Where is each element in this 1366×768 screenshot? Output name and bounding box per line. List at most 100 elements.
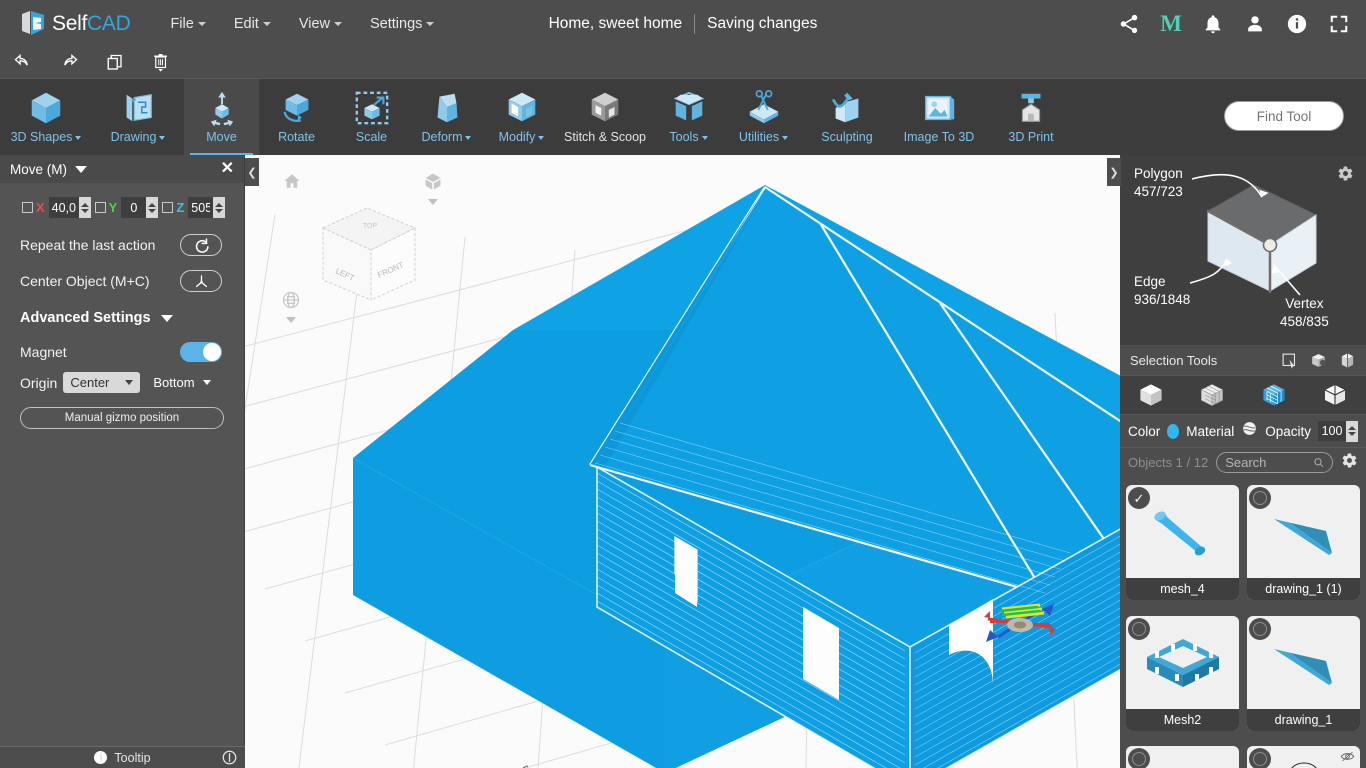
fullscreen-icon[interactable] [1328,13,1350,35]
tool-rotate[interactable]: Rotate [259,79,334,155]
z-value-input[interactable] [188,197,226,218]
object-card[interactable]: drawing_1 [1247,615,1360,731]
home-view-icon[interactable] [283,172,301,190]
redo-button[interactable] [46,47,92,79]
marquee-select-icon[interactable] [1281,352,1298,369]
origin-select[interactable]: Center [63,372,141,393]
tool-sculpting[interactable]: Sculpting [801,79,893,155]
project-title[interactable]: Home, sweet home [549,15,683,33]
panel-title-wrap[interactable]: Move (M) [10,162,87,177]
repeat-action-button[interactable] [180,234,222,256]
z-value-field[interactable] [188,200,214,215]
object-card[interactable] [1247,746,1360,768]
collapse-right-panel-button[interactable]: ❯ [1107,158,1121,186]
menu-item-settings[interactable]: Settings [356,10,448,38]
color-swatch[interactable] [1167,423,1180,439]
tool-3d-shapes[interactable]: 3D Shapes [0,79,92,155]
panel-body: X Y Z [0,183,244,429]
y-axis-checkbox[interactable] [94,202,106,213]
transform-gizmo[interactable] [975,595,1065,665]
object-select-checkbox[interactable] [1249,487,1271,509]
close-icon[interactable]: ✕ [221,161,234,177]
material-icon[interactable] [1241,420,1258,442]
objects-search-input[interactable] [1225,455,1313,470]
magnet-toggle[interactable] [180,342,222,362]
info-icon[interactable] [1286,13,1308,35]
y-value-field[interactable] [121,200,147,215]
opacity-input[interactable] [1318,420,1358,442]
mode-object[interactable] [1128,378,1174,412]
z-axis-checkbox[interactable] [162,202,174,213]
undo-button[interactable] [0,47,46,79]
chevron-down-icon[interactable] [75,165,87,173]
origin-vertical-select[interactable]: Bottom [146,372,217,393]
object-card[interactable]: Mesh2 [1126,615,1239,731]
tool-modify[interactable]: Modify [484,79,559,155]
app-logo[interactable]: SelfCAD [20,10,131,38]
hidden-eye-icon[interactable] [1340,750,1355,768]
object-select-checkbox[interactable] [1128,748,1150,768]
menu-item-view[interactable]: View [285,10,356,38]
tool-scale[interactable]: Scale [334,79,409,155]
magic-m-icon[interactable]: M [1160,12,1182,35]
menu-item-edit[interactable]: Edit [220,10,285,38]
tool-drawing[interactable]: Drawing [92,79,184,155]
chevron-down-icon[interactable] [428,199,438,205]
opacity-field[interactable] [1318,424,1346,438]
share-icon[interactable] [1118,13,1140,35]
object-select-checkbox[interactable] [1128,617,1150,640]
tool-utilities[interactable]: Utilities [726,79,801,155]
loop-select-icon[interactable] [1339,352,1356,369]
magnet-row: Magnet [10,342,234,362]
bell-icon[interactable] [1202,13,1224,35]
right-panel: Polygon 457/723 Edge 936/1848 Vertex 458… [1120,155,1366,768]
mode-polygon[interactable] [1251,378,1297,412]
chevron-down-icon[interactable] [286,317,296,323]
tool-image-to-3d[interactable]: Image To 3D [893,79,985,155]
collapse-left-panel-button[interactable]: ❮ [245,158,259,186]
y-stepper[interactable] [146,197,159,218]
center-object-button[interactable] [180,270,222,292]
tool-3d-print[interactable]: 3D Print [985,79,1077,155]
x-value-field[interactable] [48,200,79,215]
object-select-checkbox[interactable] [1249,748,1271,768]
box-select-icon[interactable] [1310,352,1327,369]
material-label: Material [1186,423,1235,439]
tool-move[interactable]: Move [184,79,259,155]
view-cube[interactable]: TOP LEFT FRONT [315,200,425,310]
circle-icon [1132,752,1146,767]
tool-tools[interactable]: Tools [651,79,726,155]
objects-search[interactable] [1216,452,1333,473]
object-card[interactable]: drawing_1 (1) [1247,485,1360,600]
3d-viewport[interactable]: TOP LEFT FRONT LEFT FRONT Y X Z [245,155,1120,768]
object-select-checkbox[interactable]: ✓ [1128,487,1150,509]
selection-tools-row: Selection Tools [1120,345,1366,375]
tooltip-toggle-icon[interactable] [222,750,237,768]
menu-item-file[interactable]: File [156,10,219,38]
find-tool-field[interactable] [1225,108,1343,124]
x-axis-checkbox[interactable] [22,202,33,213]
objects-settings-icon[interactable] [1341,452,1358,474]
manual-gizmo-position-button[interactable]: Manual gizmo position [20,407,224,429]
grid-settings-icon[interactable] [281,290,301,323]
x-value-input[interactable] [48,197,91,218]
object-card[interactable] [1126,746,1239,768]
advanced-settings-toggle[interactable]: Advanced Settings [10,310,234,326]
z-stepper[interactable] [213,197,226,218]
user-icon[interactable] [1244,13,1266,35]
find-tool-input[interactable] [1224,101,1344,131]
copy-button[interactable] [92,47,138,79]
mode-vertex[interactable] [1189,378,1235,412]
opacity-stepper[interactable] [1346,420,1358,442]
chevron-down-icon [160,314,173,322]
perspective-view-icon[interactable] [423,172,443,205]
tool-deform[interactable]: Deform [409,79,484,155]
x-stepper[interactable] [78,197,91,218]
tool-stitch-scoop[interactable]: Stitch & Scoop [559,79,651,155]
menu-label: View [298,15,330,32]
y-value-input[interactable] [121,197,159,218]
delete-button[interactable] [138,47,184,79]
object-select-checkbox[interactable] [1249,617,1271,640]
object-card[interactable]: ✓ mesh_4 [1126,485,1239,600]
mode-edge[interactable] [1312,378,1358,412]
